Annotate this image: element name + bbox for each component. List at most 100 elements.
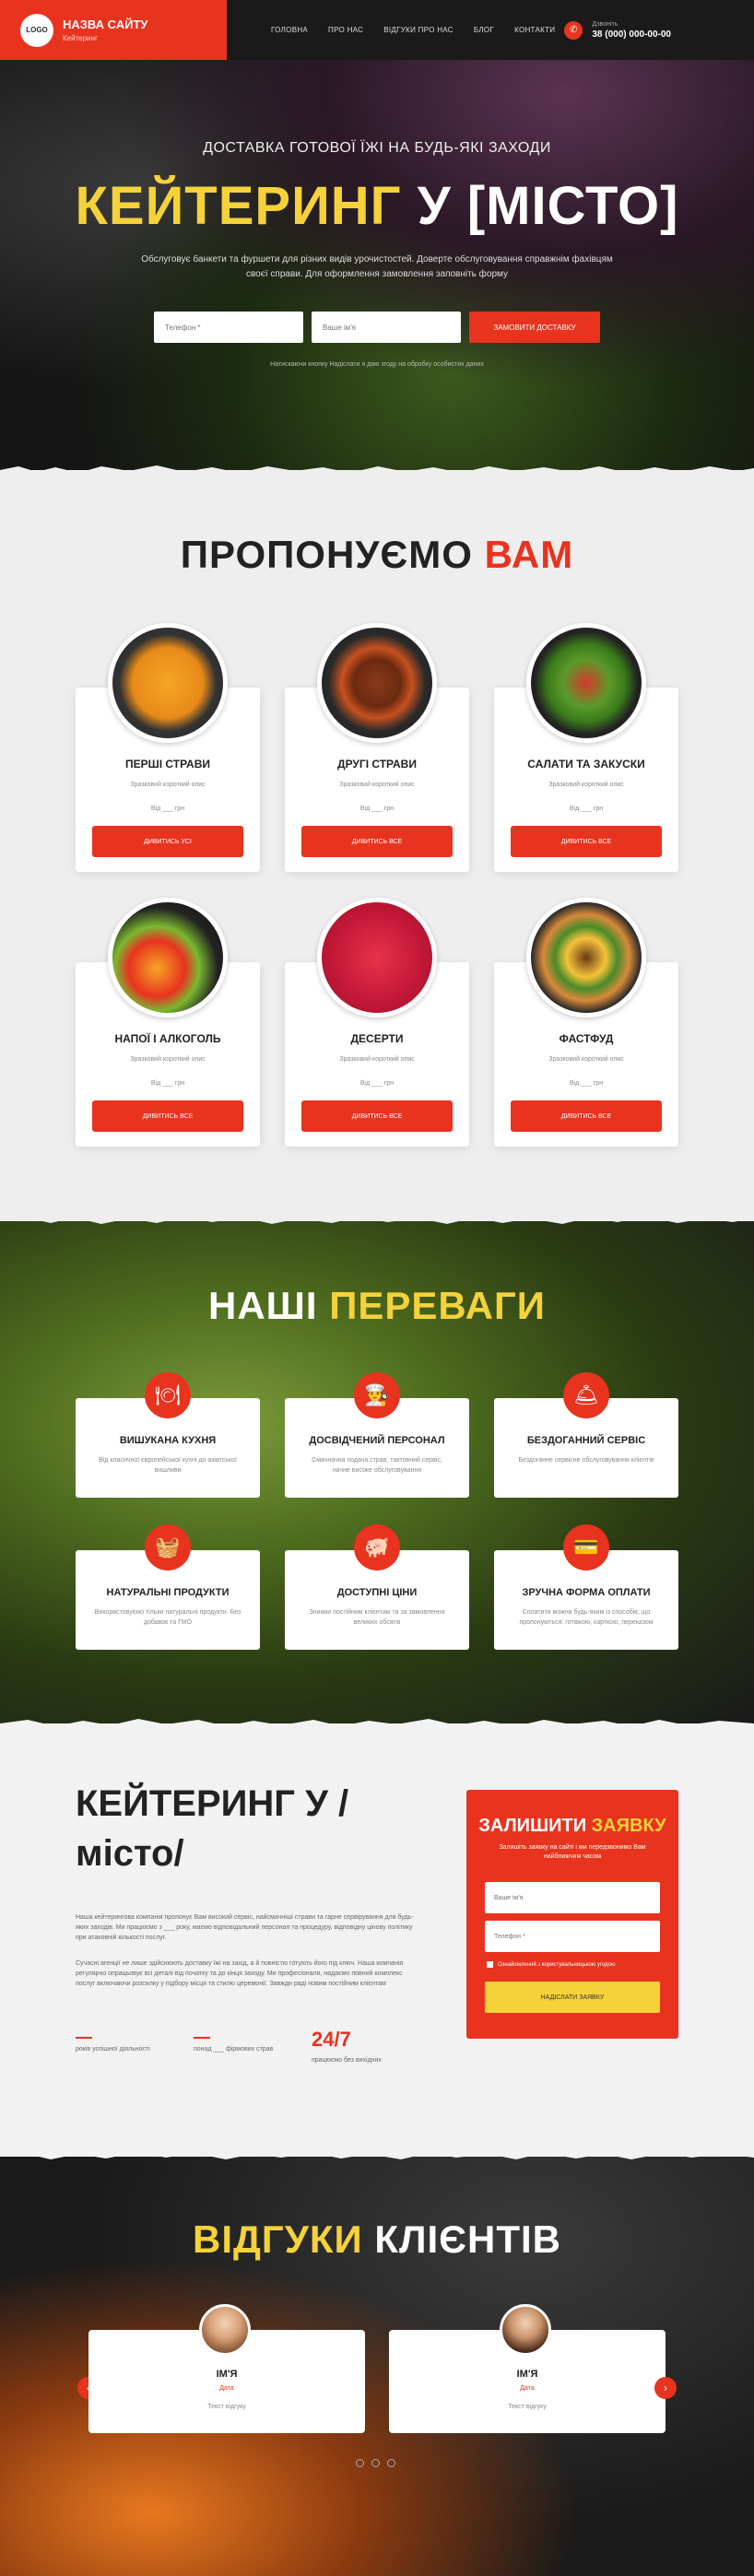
hero-name-input[interactable]	[312, 312, 461, 343]
view-all-button[interactable]: ДИВИТИСЬ УСІ	[92, 826, 243, 857]
offer-card-title: ПЕРШІ СТРАВИ	[125, 758, 210, 770]
offer-card-price: Від ___ грн	[150, 806, 185, 812]
stat-bar	[76, 2037, 92, 2039]
site-tagline: Кейтеринг	[63, 34, 98, 42]
advantages-title-main: НАШІ	[207, 1284, 318, 1327]
advantage-card: 🍽 ВИШУКАНА КУХНЯ Від класичної європейсь…	[76, 1372, 260, 1498]
carousel-dot[interactable]	[371, 2459, 380, 2467]
advantage-desc: Знижки постійним клієнтам та за замовлен…	[309, 1609, 445, 1626]
advantage-title: ЗРУЧНА ФОРМА ОПЛАТИ	[522, 1587, 651, 1598]
offer-card-title: ФАСТФУД	[559, 1032, 614, 1045]
advantage-desc: Смачначна подача страв, тактовний сервіс…	[312, 1457, 442, 1474]
offer-card-title: НАПОЇ І АЛКОГОЛЬ	[114, 1032, 221, 1045]
request-subtitle: Залишіть заявку на сайті і ми передзвони…	[499, 1844, 646, 1860]
offers-title-accent: ВАМ	[484, 533, 574, 576]
hero-description: Обслуговує банкети та фуршети для різних…	[141, 254, 613, 279]
advantage-card: 🛎 БЕЗДОГАННИЙ СЕРВІС Бездоганне сервісне…	[494, 1372, 678, 1498]
nav-item-home[interactable]: ГОЛОВНА	[271, 26, 308, 34]
nav-item-reviews[interactable]: ВІДГУКИ ПРО НАС	[383, 26, 454, 34]
carousel-dot[interactable]	[356, 2459, 364, 2467]
request-phone-input[interactable]	[485, 1921, 660, 1952]
advantages-title-accent: ПЕРЕВАГИ	[329, 1284, 546, 1327]
offer-card-title: ДЕСЕРТИ	[350, 1032, 404, 1045]
stat-label: років успішної діяльності	[76, 2046, 150, 2053]
carousel-dots	[356, 2459, 395, 2467]
reviews-section: ВІДГУКИ КЛІЄНТІВ ‹ ІМ'Я Дата Текст відгу…	[0, 2149, 754, 2576]
advantage-desc: Використовуємо тільки натуральні продукт…	[94, 1609, 242, 1626]
carousel-dot[interactable]	[387, 2459, 395, 2467]
phone-number: 38 (000) 000-00-00	[592, 29, 671, 40]
offers-title: ПРОПОНУЄМО ВАМ	[0, 533, 754, 577]
view-all-button[interactable]: ДИВИТИСЬ ВСЕ	[92, 1100, 243, 1132]
hero-title-main: У [МІСТО]	[417, 176, 679, 236]
view-all-button[interactable]: ДИВИТИСЬ ВСЕ	[301, 826, 453, 857]
send-request-button[interactable]: НАДІСЛАТИ ЗАЯВКУ	[485, 1982, 660, 2013]
advantage-title: ВИШУКАНА КУХНЯ	[119, 1435, 217, 1446]
avatar	[500, 2304, 551, 2356]
request-title: ЗАЛИШИТИ ЗАЯВКУ	[466, 1816, 678, 1837]
offer-card-price: Від ___ грн	[150, 1080, 185, 1087]
header-phone[interactable]: ✆ Дзвоніть 38 (000) 000-00-00	[564, 20, 671, 40]
offer-card: САЛАТИ ТА ЗАКУСКИ Зразковий короткий опи…	[494, 623, 678, 872]
advantage-desc: Від класичної європейської кухні до азіа…	[99, 1457, 237, 1474]
about-text-2: Сучасні агенції не лише здійснюють доста…	[76, 1960, 404, 1987]
hero-consent-note: Натискаючи кнопку Надіслати я даю згоду …	[270, 361, 484, 368]
offer-card: ПЕРШІ СТРАВИ Зразковий короткий опис Від…	[76, 623, 260, 872]
review-text: Текст відгуку	[207, 2404, 246, 2410]
offer-card-desc: Зразковий короткий опис	[548, 1056, 624, 1063]
offer-card-price: Від ___ грн	[569, 1080, 604, 1087]
torn-edge	[0, 2149, 754, 2159]
nav-item-contacts[interactable]: КОНТАКТИ	[514, 26, 555, 34]
hero-section: ДОСТАВКА ГОТОВОЇ ЇЖІ НА БУДЬ-ЯКІ ЗАХОДИ …	[0, 0, 754, 470]
dessert-image	[317, 898, 437, 1017]
reviews-title: ВІДГУКИ КЛІЄНТІВ	[0, 2217, 754, 2262]
hero-title-accent: КЕЙТЕРИНГ	[75, 176, 402, 236]
offer-card-title: САЛАТИ ТА ЗАКУСКИ	[527, 758, 645, 770]
main-dish-image	[317, 623, 437, 743]
review-text: Текст відгуку	[508, 2404, 547, 2410]
stat-number: 24/7	[312, 2028, 351, 2051]
torn-edge	[0, 465, 754, 477]
review-date: Дата	[219, 2385, 234, 2392]
phone-label: Дзвоніть	[592, 20, 619, 28]
request-name-input[interactable]	[485, 1882, 660, 1913]
reviews-title-accent: ВІДГУКИ	[193, 2217, 363, 2261]
view-all-button[interactable]: ДИВИТИСЬ ВСЕ	[301, 1100, 453, 1132]
advantage-card: 🧺 НАТУРАЛЬНІ ПРОДУКТИ Використовуємо тіл…	[76, 1524, 260, 1650]
advantage-card: 🐖 ДОСТУПНІ ЦІНИ Знижки постійним клієнта…	[285, 1524, 469, 1650]
about-section: КЕЙТЕРИНГ У / місто/ Наша кейтерингова ко…	[0, 1719, 754, 2157]
dish-icon: 🍽	[145, 1372, 191, 1418]
offer-card-price: Від ___ грн	[359, 1080, 395, 1087]
about-title-line2: місто/	[76, 1833, 184, 1874]
about-title-line1: КЕЙТЕРИНГ У /	[76, 1783, 349, 1824]
offers-section: ПРОПОНУЄМО ВАМ ПЕРШІ СТРАВИ Зразковий ко…	[0, 465, 754, 1221]
service-bell-icon: 🛎	[563, 1372, 609, 1418]
advantage-title: ДОСВІДЧЕНИЙ ПЕРСОНАЛ	[309, 1435, 445, 1446]
view-all-button[interactable]: ДИВИТИСЬ ВСЕ	[511, 826, 662, 857]
offer-card: НАПОЇ І АЛКОГОЛЬ Зразковий короткий опис…	[76, 898, 260, 1147]
offer-card-desc: Зразковий короткий опис	[130, 1056, 206, 1063]
offer-card-title: ДРУГІ СТРАВИ	[337, 758, 417, 770]
order-delivery-button[interactable]: ЗАМОВИТИ ДОСТАВКУ	[469, 312, 600, 343]
advantage-desc: Бездоганне сервісне обслуговування клієн…	[518, 1457, 654, 1464]
review-card: ІМ'Я Дата Текст відгуку	[389, 2304, 666, 2433]
basket-icon: 🧺	[145, 1524, 191, 1570]
soup-image	[108, 623, 228, 743]
nav-item-blog[interactable]: БЛОГ	[474, 26, 494, 34]
nav-item-about[interactable]: ПРО НАС	[328, 26, 363, 34]
offer-card: ФАСТФУД Зразковий короткий опис Від ___ …	[494, 898, 678, 1147]
offer-card: ДРУГІ СТРАВИ Зразковий короткий опис Від…	[285, 623, 469, 872]
next-arrow-icon[interactable]: ›	[654, 2377, 677, 2399]
request-title-main: ЗАЛИШИТИ	[478, 1816, 587, 1836]
request-form: ЗАЛИШИТИ ЗАЯВКУ Залишіть заявку на сайті…	[466, 1790, 678, 2039]
drinks-image	[108, 898, 228, 1017]
hero-phone-input[interactable]	[154, 312, 303, 343]
reviews-title-main: КЛІЄНТІВ	[374, 2217, 561, 2261]
logo-block[interactable]: LOGO НАЗВА САЙТУ Кейтеринг	[0, 0, 227, 60]
stat-hours: 24/7 працюємо без вихідних	[312, 2028, 382, 2064]
review-name: ІМ'Я	[216, 2369, 238, 2380]
checkbox-box[interactable]	[487, 1961, 493, 1968]
site-header: LOGO НАЗВА САЙТУ Кейтеринг ГОЛОВНА ПРО Н…	[0, 0, 754, 60]
agreement-checkbox[interactable]: Ознайомлений з користувальницькою угодою	[487, 1961, 615, 1968]
view-all-button[interactable]: ДИВИТИСЬ ВСЕ	[511, 1100, 662, 1132]
